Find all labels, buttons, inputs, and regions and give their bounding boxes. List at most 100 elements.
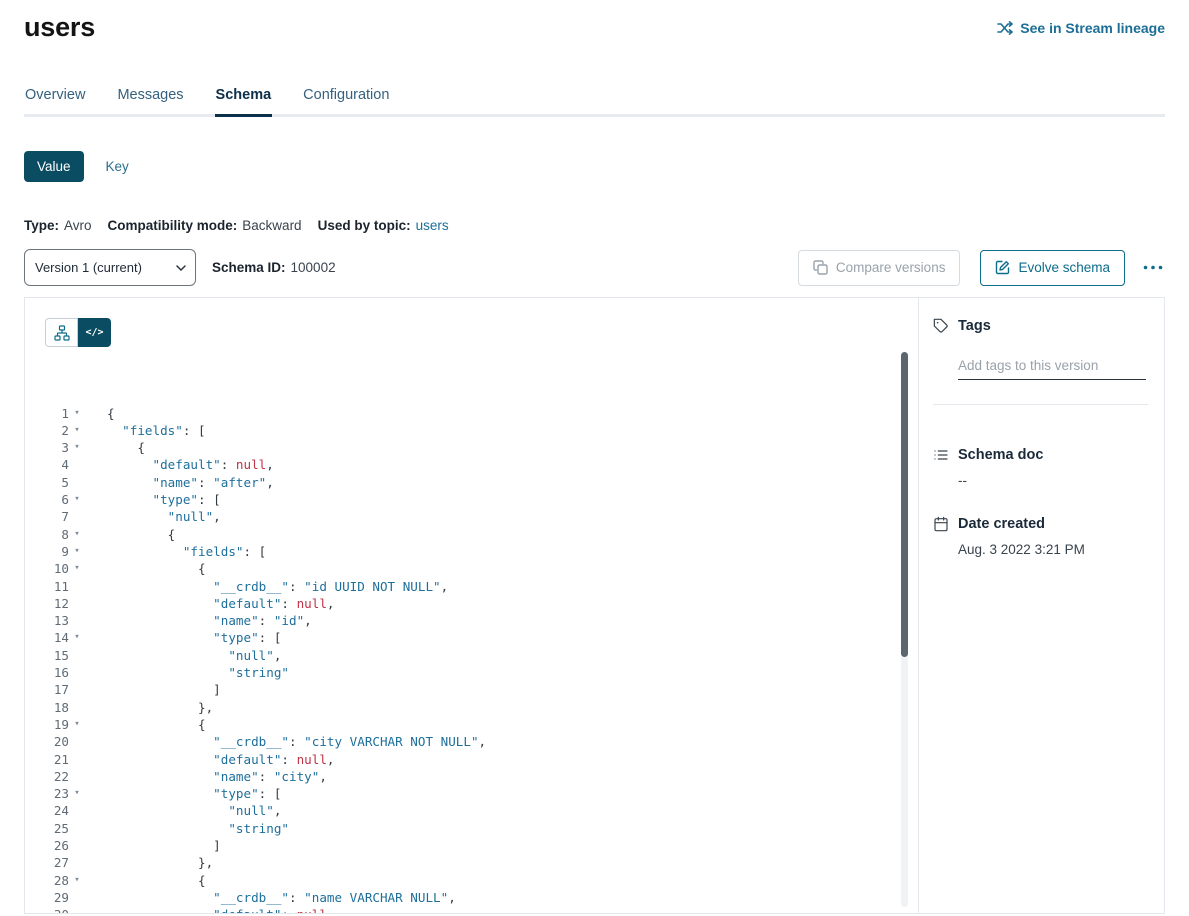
fold-toggle-icon[interactable]: ▾ xyxy=(69,422,85,439)
schema-code-viewer: 1▾{2▾ "fields": [3▾ {4 "default": null,5… xyxy=(45,370,918,913)
topic-pair: Used by topic:users xyxy=(318,218,449,233)
code-text: { xyxy=(85,716,206,733)
code-line: 19▾ { xyxy=(45,716,918,733)
topic-link[interactable]: users xyxy=(416,218,449,233)
fold-spacer xyxy=(69,474,85,491)
stream-lineage-link[interactable]: See in Stream lineage xyxy=(997,20,1165,36)
tags-input[interactable] xyxy=(958,356,1146,380)
compatibility-label: Compatibility mode: xyxy=(108,218,238,233)
fold-toggle-icon[interactable]: ▾ xyxy=(69,405,85,422)
code-line: 7 "null", xyxy=(45,508,918,525)
more-options-button[interactable] xyxy=(1141,259,1165,276)
version-select[interactable]: Version 1 (current) xyxy=(24,249,196,286)
fold-spacer xyxy=(69,664,85,681)
code-text: "type": [ xyxy=(85,491,221,508)
line-number: 19 xyxy=(45,716,69,733)
code-line: 15 "null", xyxy=(45,647,918,664)
code-text: "name": "after", xyxy=(85,474,274,491)
schema-id-value: 100002 xyxy=(291,260,336,275)
tab-messages[interactable]: Messages xyxy=(116,87,184,114)
code-line: 22 "name": "city", xyxy=(45,768,918,785)
fold-spacer xyxy=(69,889,85,906)
fold-toggle-icon[interactable]: ▾ xyxy=(69,526,85,543)
code-line: 23▾ "type": [ xyxy=(45,785,918,802)
compare-versions-label: Compare versions xyxy=(836,260,946,275)
sidebar-divider xyxy=(933,404,1148,405)
value-toggle-button[interactable]: Value xyxy=(24,151,84,182)
code-line: 27 }, xyxy=(45,854,918,871)
code-text: ] xyxy=(85,681,221,698)
code-line: 5 "name": "after", xyxy=(45,474,918,491)
line-number: 26 xyxy=(45,837,69,854)
code-text: "type": [ xyxy=(85,629,281,646)
code-text: "name": "city", xyxy=(85,768,327,785)
stream-lineage-label: See in Stream lineage xyxy=(1020,20,1165,36)
line-number: 27 xyxy=(45,854,69,871)
code-line: 17 ] xyxy=(45,681,918,698)
tab-overview[interactable]: Overview xyxy=(24,87,86,114)
fold-spacer xyxy=(69,751,85,768)
scrollbar-thumb[interactable] xyxy=(901,352,908,657)
fold-toggle-icon[interactable]: ▾ xyxy=(69,439,85,456)
line-number: 30 xyxy=(45,906,69,913)
code-line: 25 "string" xyxy=(45,820,918,837)
code-view-button[interactable]: </> xyxy=(78,318,111,347)
key-toggle-button[interactable]: Key xyxy=(106,159,129,174)
line-number: 8 xyxy=(45,526,69,543)
fold-spacer xyxy=(69,578,85,595)
ellipsis-icon xyxy=(1143,265,1163,270)
code-text: "__crdb__": "name VARCHAR NULL", xyxy=(85,889,456,906)
date-created-header: Date created xyxy=(933,516,1148,532)
fold-toggle-icon[interactable]: ▾ xyxy=(69,543,85,560)
code-text: "default": null, xyxy=(85,906,335,913)
code-text: "default": null, xyxy=(85,456,274,473)
line-number: 7 xyxy=(45,508,69,525)
line-number: 6 xyxy=(45,491,69,508)
line-number: 14 xyxy=(45,629,69,646)
line-number: 10 xyxy=(45,560,69,577)
compare-versions-button[interactable]: Compare versions xyxy=(798,250,961,286)
fold-toggle-icon[interactable]: ▾ xyxy=(69,560,85,577)
code-view-icon: </> xyxy=(85,327,103,338)
fold-toggle-icon[interactable]: ▾ xyxy=(69,716,85,733)
stream-lineage-icon xyxy=(997,20,1013,36)
fold-toggle-icon[interactable]: ▾ xyxy=(69,629,85,646)
code-text: "fields": [ xyxy=(85,543,266,560)
fold-toggle-icon[interactable]: ▾ xyxy=(69,491,85,508)
fold-toggle-icon[interactable]: ▾ xyxy=(69,872,85,889)
code-line: 2▾ "fields": [ xyxy=(45,422,918,439)
code-line: 3▾ { xyxy=(45,439,918,456)
schema-doc-value: -- xyxy=(958,473,1148,488)
schema-doc-section: Schema doc -- xyxy=(933,447,1148,488)
line-number: 22 xyxy=(45,768,69,785)
line-number: 3 xyxy=(45,439,69,456)
line-number: 2 xyxy=(45,422,69,439)
code-line: 11 "__crdb__": "id UUID NOT NULL", xyxy=(45,578,918,595)
code-text: { xyxy=(85,405,115,422)
tree-view-button[interactable] xyxy=(45,318,78,347)
code-text: { xyxy=(85,560,206,577)
code-line: 18 }, xyxy=(45,699,918,716)
compare-versions-icon xyxy=(813,260,828,275)
code-line: 26 ] xyxy=(45,837,918,854)
tags-title: Tags xyxy=(958,318,991,334)
line-number: 29 xyxy=(45,889,69,906)
line-number: 18 xyxy=(45,699,69,716)
tag-icon xyxy=(933,318,949,334)
code-lines: 1▾{2▾ "fields": [3▾ {4 "default": null,5… xyxy=(45,405,918,913)
code-text: "null", xyxy=(85,802,281,819)
code-line: 21 "default": null, xyxy=(45,751,918,768)
date-created-value: Aug. 3 2022 3:21 PM xyxy=(958,542,1148,557)
fold-spacer xyxy=(69,612,85,629)
page-title: users xyxy=(24,12,95,43)
fold-spacer xyxy=(69,906,85,913)
code-text: "__crdb__": "city VARCHAR NOT NULL", xyxy=(85,733,486,750)
schema-id-label: Schema ID: xyxy=(212,260,286,275)
code-scrollbar[interactable] xyxy=(901,352,908,907)
fold-toggle-icon[interactable]: ▾ xyxy=(69,785,85,802)
tab-schema[interactable]: Schema xyxy=(215,87,273,117)
date-created-title: Date created xyxy=(958,516,1045,532)
tab-configuration[interactable]: Configuration xyxy=(302,87,390,114)
evolve-schema-button[interactable]: Evolve schema xyxy=(980,250,1125,286)
line-number: 25 xyxy=(45,820,69,837)
